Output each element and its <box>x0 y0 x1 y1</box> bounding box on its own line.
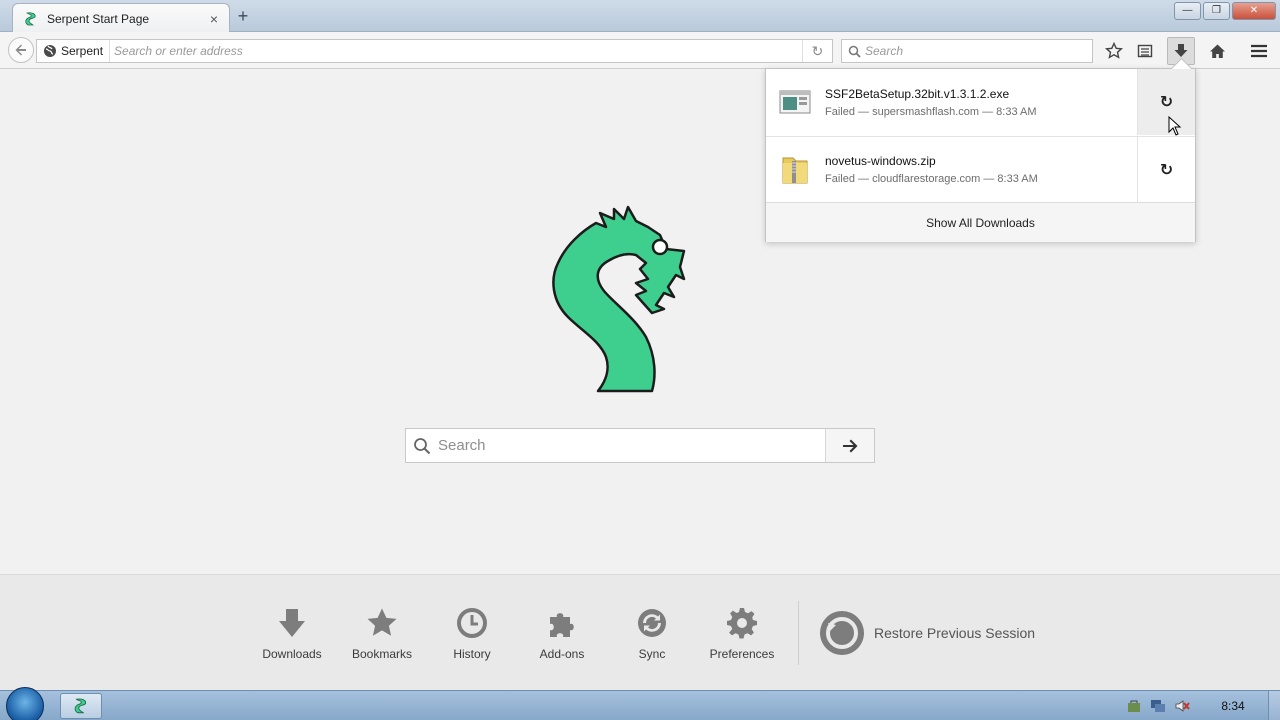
network-icon[interactable] <box>1150 698 1166 714</box>
home-icon <box>1209 44 1225 58</box>
navigation-bar: Serpent ↻ <box>0 32 1280 69</box>
launcher-label: Bookmarks <box>351 647 413 661</box>
launcher-separator <box>798 601 799 665</box>
site-identity[interactable]: Serpent <box>37 40 111 62</box>
restore-session-label: Restore Previous Session <box>874 625 1036 641</box>
back-arrow-icon <box>15 44 26 56</box>
main-search-icon <box>406 429 438 462</box>
launcher-sync[interactable]: Sync <box>612 605 692 661</box>
launcher-label: Sync <box>638 647 666 661</box>
retry-download-button[interactable]: ↻ <box>1137 69 1195 135</box>
volume-muted-icon[interactable] <box>1174 698 1190 714</box>
download-item[interactable]: SSF2BetaSetup.32bit.v1.3.1.2.exe Failed … <box>766 69 1195 135</box>
close-window-button[interactable]: ✕ <box>1232 2 1276 20</box>
security-icon[interactable] <box>1126 698 1142 714</box>
taskbar-clock[interactable]: 8:34 <box>1198 699 1268 713</box>
taskbar-serpent-button[interactable] <box>60 693 102 719</box>
star-icon <box>342 605 422 641</box>
puzzle-icon <box>522 605 602 641</box>
restore-button[interactable]: ❐ <box>1203 2 1230 20</box>
start-button[interactable] <box>6 687 44 720</box>
download-filename: SSF2BetaSetup.32bit.v1.3.1.2.exe <box>825 86 1010 101</box>
system-tray: 8:34 <box>1126 691 1280 720</box>
download-details: SSF2BetaSetup.32bit.v1.3.1.2.exe Failed … <box>825 87 1137 118</box>
download-details: novetus-windows.zip Failed — cloudflares… <box>825 154 1137 185</box>
restore-session-button[interactable]: Restore Previous Session <box>818 609 1035 657</box>
download-item[interactable]: novetus-windows.zip Failed — cloudflares… <box>766 136 1195 202</box>
search-bar[interactable] <box>841 39 1093 63</box>
launcher-downloads[interactable]: Downloads <box>252 605 332 661</box>
bookmarks-menu-button[interactable] <box>1131 37 1159 65</box>
tab-title: Serpent Start Page <box>47 11 150 26</box>
tab-serpent-start-page[interactable]: Serpent Start Page × <box>12 3 230 33</box>
serpent-logo-icon <box>74 698 87 714</box>
download-status: Failed — supersmashflash.com — 8:33 AM <box>825 105 1037 118</box>
bookmarks-list-icon <box>1137 44 1153 58</box>
search-go-button[interactable] <box>825 429 874 462</box>
title-bar: Serpent Start Page × + — ❐ ✕ <box>0 0 1280 33</box>
tab-close-icon[interactable]: × <box>207 12 221 26</box>
download-status: Failed — cloudflarestorage.com — 8:33 AM <box>825 173 1038 185</box>
identity-label: Serpent <box>61 44 104 58</box>
launcher-addons[interactable]: Add-ons <box>522 605 602 661</box>
launcher-preferences[interactable]: Preferences <box>702 605 782 661</box>
launcher-label: Add-ons <box>539 647 585 661</box>
show-all-downloads-button[interactable]: Show All Downloads <box>766 202 1195 242</box>
search-input[interactable] <box>861 44 1092 58</box>
windows-taskbar: 8:34 <box>0 687 1280 720</box>
launcher-history[interactable]: History <box>432 605 512 661</box>
restore-session-icon <box>820 611 864 655</box>
retry-download-button[interactable]: ↻ <box>1137 137 1195 202</box>
download-filename: novetus-windows.zip <box>825 154 936 168</box>
serpent-logo <box>552 205 686 393</box>
reload-button[interactable]: ↻ <box>802 40 832 62</box>
download-arrow-icon <box>252 605 332 641</box>
downloads-panel: SSF2BetaSetup.32bit.v1.3.1.2.exe Failed … <box>765 68 1196 242</box>
globe-icon <box>44 45 56 57</box>
url-input[interactable] <box>110 44 802 58</box>
launcher-bar: Downloads Bookmarks History Add-ons Sync… <box>0 574 1280 690</box>
home-button[interactable] <box>1203 37 1231 65</box>
window-controls: — ❐ ✕ <box>1172 2 1276 20</box>
sync-icon <box>612 605 692 641</box>
show-desktop-button[interactable] <box>1268 691 1280 720</box>
menu-button[interactable] <box>1245 37 1273 65</box>
back-button[interactable] <box>8 37 34 63</box>
retry-icon: ↻ <box>1159 161 1174 179</box>
exe-file-icon <box>779 90 811 114</box>
address-bar[interactable]: Serpent ↻ <box>36 39 833 63</box>
retry-icon: ↻ <box>1159 94 1174 111</box>
launcher-label: History <box>453 647 491 661</box>
launcher-label: Preferences <box>709 647 775 661</box>
bookmark-star-button[interactable] <box>1100 37 1128 65</box>
search-icon <box>848 45 861 58</box>
mouse-cursor-icon <box>1168 116 1182 136</box>
main-search-box[interactable] <box>405 428 875 463</box>
launcher-bookmarks[interactable]: Bookmarks <box>342 605 422 661</box>
star-outline-icon <box>1105 42 1123 59</box>
clock-icon <box>432 605 512 641</box>
zip-folder-icon <box>782 157 808 183</box>
minimize-button[interactable]: — <box>1174 2 1201 20</box>
launcher-label: Downloads <box>262 647 322 661</box>
new-tab-button[interactable]: + <box>234 6 252 26</box>
main-search-input[interactable] <box>438 429 825 462</box>
serpent-logo-icon <box>25 11 36 25</box>
reload-icon: ↻ <box>811 43 824 59</box>
arrow-right-icon <box>843 439 858 452</box>
gear-icon <box>702 605 782 641</box>
hamburger-menu-icon <box>1251 44 1267 58</box>
